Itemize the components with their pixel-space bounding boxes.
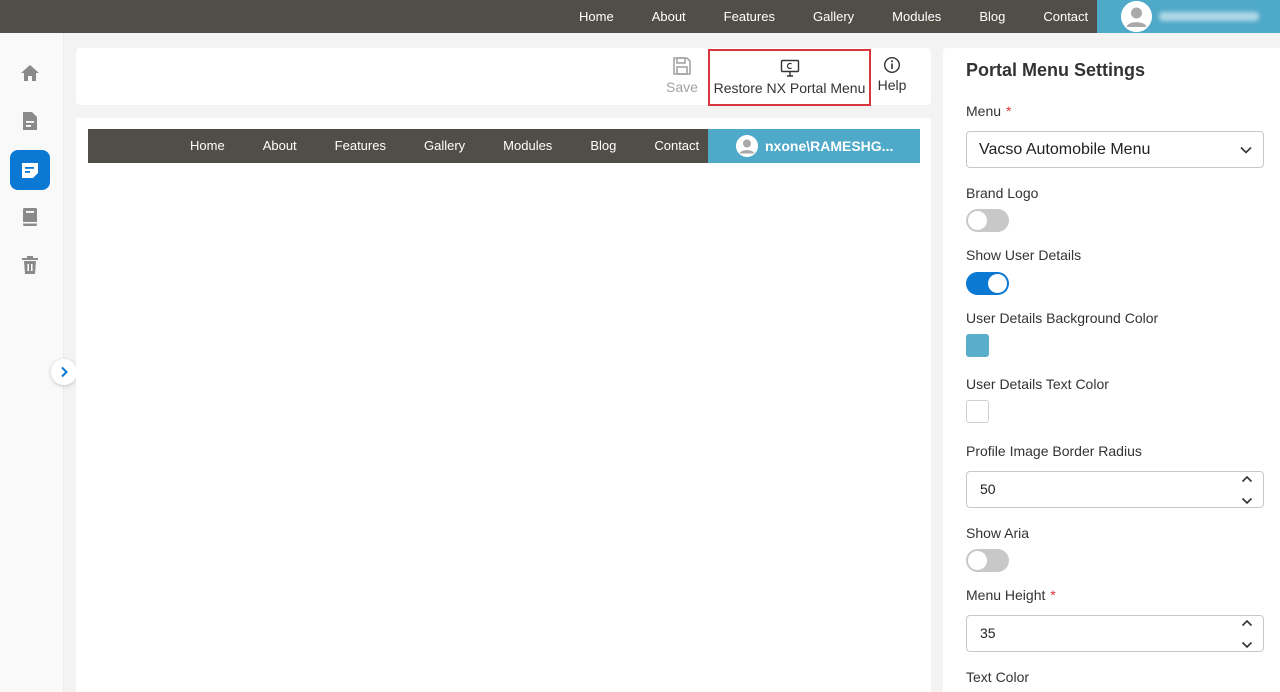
top-nav-about[interactable]: About <box>633 0 705 33</box>
required-mark: * <box>1006 103 1012 119</box>
chevron-up-icon[interactable] <box>1241 475 1253 483</box>
trash-icon <box>22 256 38 274</box>
restore-label: Restore NX Portal Menu <box>713 80 866 96</box>
menu-preview-canvas: Home About Features Gallery Modules Blog… <box>76 118 931 692</box>
top-nav-blog[interactable]: Blog <box>960 0 1024 33</box>
show-user-details-toggle[interactable] <box>966 272 1009 295</box>
chevron-down-icon[interactable] <box>1241 641 1253 649</box>
preview-user-details[interactable]: nxone\RAMESHG... <box>708 129 920 163</box>
restore-monitor-icon <box>780 59 799 77</box>
preview-nav-links: Home About Features Gallery Modules Blog… <box>171 129 718 163</box>
user-details-bg-color-swatch[interactable] <box>966 334 989 357</box>
preview-user-name: nxone\RAMESHG... <box>765 138 894 154</box>
number-stepper[interactable] <box>1240 619 1254 649</box>
profile-radius-input[interactable]: 50 <box>966 471 1264 508</box>
chevron-right-icon <box>61 366 68 378</box>
menu-height-label-text: Menu Height <box>966 587 1046 603</box>
top-nav-home[interactable]: Home <box>560 0 633 33</box>
user-details-text-color-label: User Details Text Color <box>966 376 1109 392</box>
sidebar-expand-button[interactable] <box>51 359 77 385</box>
preview-avatar-icon <box>736 135 758 157</box>
preview-nav-blog[interactable]: Blog <box>571 129 635 163</box>
preview-nav-home[interactable]: Home <box>171 129 244 163</box>
show-aria-toggle[interactable] <box>966 549 1009 572</box>
preview-nav-gallery[interactable]: Gallery <box>405 129 484 163</box>
preview-nav-modules[interactable]: Modules <box>484 129 571 163</box>
sidebar-item-documents[interactable] <box>10 101 50 141</box>
menu-height-field-label: Menu Height * <box>966 587 1056 603</box>
user-details-text-color-swatch[interactable] <box>966 400 989 423</box>
sidebar-item-home[interactable] <box>10 53 50 93</box>
save-button[interactable]: Save <box>664 48 700 105</box>
restore-nx-portal-menu-button[interactable]: Restore NX Portal Menu <box>708 49 871 106</box>
preview-nav-about[interactable]: About <box>244 129 316 163</box>
menu-label-text: Menu <box>966 103 1002 119</box>
book-icon <box>23 208 37 226</box>
brand-logo-toggle[interactable] <box>966 209 1009 232</box>
save-icon <box>673 57 691 75</box>
editor-toolbar: Save Restore NX Portal Menu Help <box>76 48 931 106</box>
show-aria-label: Show Aria <box>966 525 1030 541</box>
top-nav-features[interactable]: Features <box>705 0 794 33</box>
profile-radius-label: Profile Image Border Radius <box>966 443 1142 459</box>
menu-height-input[interactable]: 35 <box>966 615 1264 652</box>
toggle-knob <box>988 274 1007 293</box>
portal-menu-settings-panel: Portal Menu Settings Menu * Vacso Automob… <box>943 48 1280 692</box>
info-icon <box>883 56 901 74</box>
chevron-up-icon[interactable] <box>1241 619 1253 627</box>
toggle-knob <box>968 551 987 570</box>
menu-editor-icon <box>22 163 38 178</box>
save-label: Save <box>666 79 698 95</box>
text-color-label: Text Color <box>966 669 1030 685</box>
top-navbar: Home About Features Gallery Modules Blog… <box>0 0 1280 33</box>
top-nav-contact[interactable]: Contact <box>1024 0 1107 33</box>
preview-nav-features[interactable]: Features <box>316 129 405 163</box>
home-icon <box>21 65 39 81</box>
sidebar-item-trash[interactable] <box>10 245 50 285</box>
profile-radius-value: 50 <box>980 481 996 497</box>
help-label: Help <box>877 77 907 93</box>
avatar-icon <box>1121 1 1152 32</box>
panel-title: Portal Menu Settings <box>966 60 1146 80</box>
blurred-user-name <box>1159 12 1259 21</box>
document-icon <box>23 112 37 130</box>
menu-select-value: Vacso Automobile Menu <box>979 141 1151 158</box>
sidebar-item-menu-editor[interactable] <box>10 150 50 190</box>
number-stepper[interactable] <box>1240 475 1254 505</box>
menu-field-label: Menu * <box>966 103 1011 119</box>
top-nav-user-area[interactable] <box>1097 0 1280 33</box>
help-button[interactable]: Help <box>874 48 910 105</box>
sidebar-item-library[interactable] <box>10 197 50 237</box>
preview-nav-contact[interactable]: Contact <box>635 129 718 163</box>
brand-logo-label: Brand Logo <box>966 185 1039 201</box>
show-user-details-label: Show User Details <box>966 247 1082 263</box>
required-mark: * <box>1050 587 1056 603</box>
menu-height-value: 35 <box>980 625 996 641</box>
top-nav-links: Home About Features Gallery Modules Blog… <box>560 0 1107 33</box>
top-nav-gallery[interactable]: Gallery <box>794 0 873 33</box>
top-nav-modules[interactable]: Modules <box>873 0 960 33</box>
user-details-bg-color-label: User Details Background Color <box>966 310 1159 326</box>
preview-navbar: Home About Features Gallery Modules Blog… <box>88 129 920 163</box>
menu-select[interactable]: Vacso Automobile Menu <box>966 131 1264 168</box>
toggle-knob <box>968 211 987 230</box>
chevron-down-icon[interactable] <box>1241 497 1253 505</box>
chevron-down-icon <box>1240 146 1252 154</box>
